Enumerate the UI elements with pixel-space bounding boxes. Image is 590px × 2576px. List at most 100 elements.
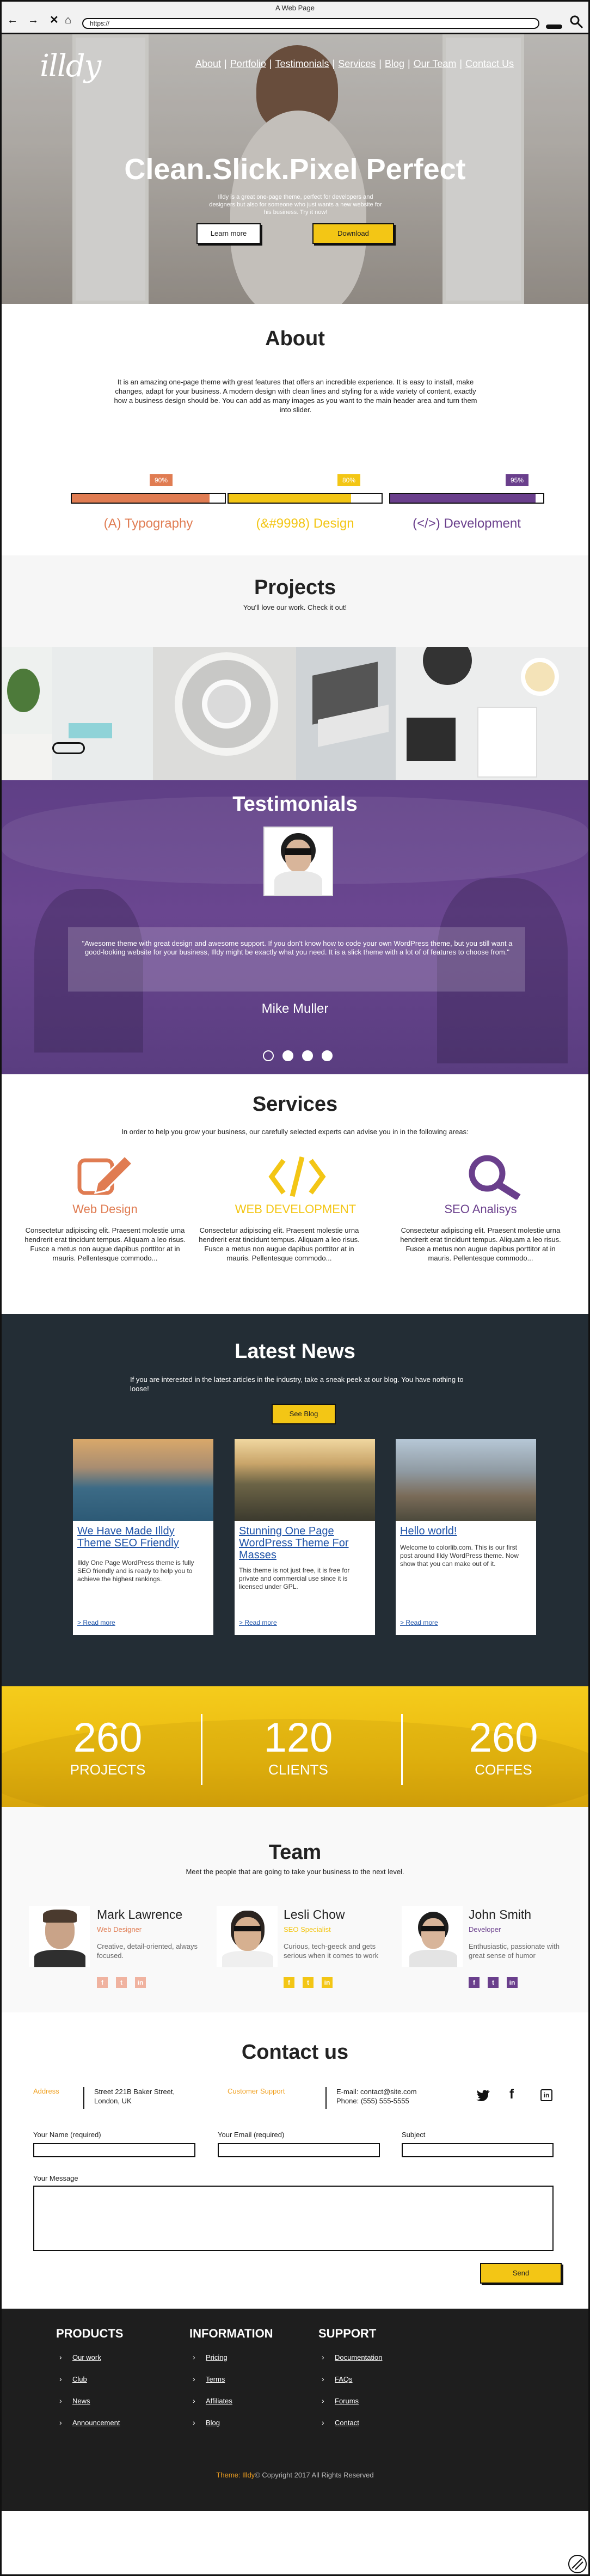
forward-arrow-icon[interactable]: →	[28, 15, 39, 26]
news-card-image[interactable]	[396, 1439, 536, 1521]
nav-item-testimonials[interactable]: Testimonials	[275, 58, 329, 70]
code-icon	[268, 1156, 326, 1197]
news-card-title[interactable]: We Have Made Illdy Theme SEO Friendly	[77, 1525, 208, 1549]
slider-dot[interactable]	[302, 1050, 313, 1061]
footer-heading: SUPPORT	[318, 2327, 377, 2340]
twitter-icon[interactable]: t	[116, 1977, 127, 1988]
news-card: We Have Made Illdy Theme SEO Friendly Il…	[73, 1439, 213, 1635]
footer-link[interactable]: FAQs	[335, 2375, 353, 2383]
footer-link[interactable]: Announcement	[72, 2419, 120, 2427]
project-image-architecture[interactable]	[153, 647, 296, 780]
news-card: Stunning One Page WordPress Theme For Ma…	[235, 1439, 375, 1635]
nav-item-blog[interactable]: Blog	[385, 58, 404, 70]
news-card-text: Welcome to colorlib.com. This is our fir…	[400, 1544, 519, 1568]
learn-more-button[interactable]: Learn more	[196, 223, 261, 244]
news-card-title[interactable]: Stunning One Page WordPress Theme For Ma…	[239, 1525, 370, 1561]
read-more-link[interactable]: > Read more	[239, 1619, 277, 1626]
project-image-laptop[interactable]	[296, 647, 396, 780]
twitter-icon[interactable]: t	[303, 1977, 314, 1988]
message-field-label: Your Message	[33, 2174, 78, 2182]
chevron-right-icon: ›	[193, 2353, 195, 2361]
footer-link[interactable]: Contact	[335, 2419, 359, 2427]
chevron-right-icon: ›	[59, 2353, 62, 2361]
footer-link[interactable]: Affiliates	[206, 2397, 232, 2405]
facebook-icon[interactable]: f	[284, 1977, 294, 1988]
site-logo[interactable]: illdy	[40, 48, 101, 84]
team-member-role: Web Designer	[97, 1925, 142, 1933]
service-title-seo: SEO Analisys	[444, 1202, 517, 1216]
footer-link[interactable]: Terms	[206, 2375, 225, 2383]
project-image-workspace[interactable]	[396, 647, 588, 780]
subject-field[interactable]	[402, 2143, 554, 2157]
browser-toolbar: A Web Page ← → ✕ ⌂ https://	[2, 2, 588, 34]
facebook-icon[interactable]: f	[469, 1977, 480, 1988]
chevron-right-icon: ›	[322, 2418, 324, 2427]
linkedin-icon[interactable]: in	[540, 2089, 552, 2101]
linkedin-icon[interactable]: in	[507, 1977, 518, 1988]
news-card-image[interactable]	[73, 1439, 213, 1521]
address-label: Address	[33, 2087, 59, 2095]
nav-item-portfolio[interactable]: Portfolio	[230, 58, 266, 70]
name-field[interactable]	[33, 2143, 195, 2157]
project-image-plant[interactable]	[2, 647, 52, 780]
design-progress-fill	[229, 494, 351, 503]
close-icon[interactable]: ✕	[50, 15, 59, 26]
scrollbar[interactable]	[546, 25, 562, 29]
read-more-link[interactable]: > Read more	[400, 1619, 438, 1626]
slider-dot[interactable]	[282, 1050, 293, 1061]
resize-handle-icon[interactable]	[568, 2554, 587, 2574]
read-more-link[interactable]: > Read more	[77, 1619, 115, 1626]
linkedin-icon[interactable]: in	[135, 1977, 146, 1988]
footer-link[interactable]: Club	[72, 2375, 87, 2383]
search-icon[interactable]	[569, 15, 583, 29]
project-image-desk[interactable]	[52, 647, 153, 780]
team-member-name: Mark Lawrence	[97, 1907, 183, 1922]
projects-subtitle: You'll love our work. Check it out!	[243, 603, 347, 611]
chevron-right-icon: ›	[193, 2396, 195, 2405]
footer-link[interactable]: Pricing	[206, 2353, 228, 2361]
theme-name-link[interactable]: Theme: Illdy	[216, 2471, 255, 2479]
service-text: Consectetur adipiscing elit. Praesent mo…	[199, 1226, 360, 1262]
chevron-right-icon: ›	[193, 2418, 195, 2427]
search-icon	[469, 1155, 521, 1200]
news-card-title[interactable]: Hello world!	[400, 1525, 531, 1537]
linkedin-icon[interactable]: in	[322, 1977, 333, 1988]
twitter-icon[interactable]	[476, 2089, 490, 2101]
see-blog-button[interactable]: See Blog	[272, 1404, 336, 1424]
nav-item-about[interactable]: About	[195, 58, 221, 70]
home-icon[interactable]: ⌂	[65, 15, 71, 26]
twitter-icon[interactable]: t	[488, 1977, 499, 1988]
url-input[interactable]: https://	[82, 18, 539, 29]
news-card-image[interactable]	[235, 1439, 375, 1521]
slider-dot[interactable]	[263, 1050, 274, 1061]
team-title: Team	[268, 1841, 322, 1864]
development-label: (</>) Development	[413, 516, 521, 531]
address-line: London, UK	[94, 2097, 132, 2105]
footer-link[interactable]: Blog	[206, 2419, 220, 2427]
slider-dot[interactable]	[322, 1050, 333, 1061]
nav-item-services[interactable]: Services	[338, 58, 376, 70]
typography-progress-fill	[72, 494, 210, 503]
facebook-icon[interactable]: f	[97, 1977, 108, 1988]
news-card-text: This theme is not just free, it is free …	[239, 1567, 350, 1590]
email-field[interactable]	[218, 2143, 380, 2157]
download-button[interactable]: Download	[312, 223, 394, 244]
typography-percent-badge: 90%	[150, 474, 173, 486]
team-member-name: Lesli Chow	[284, 1907, 345, 1922]
page-bottom	[2, 2511, 588, 2574]
send-button[interactable]: Send	[480, 2263, 562, 2284]
counter-coffes-label: COFFES	[475, 1761, 532, 1778]
footer-link[interactable]: Forums	[335, 2397, 359, 2405]
footer-link[interactable]: Our work	[72, 2353, 101, 2361]
footer-link[interactable]: Documentation	[335, 2353, 382, 2361]
service-title-web-design: Web Design	[72, 1202, 138, 1216]
development-progress-fill	[390, 494, 536, 503]
message-field[interactable]	[33, 2186, 554, 2251]
back-arrow-icon[interactable]: ←	[7, 15, 18, 26]
nav-item-team[interactable]: Our Team	[414, 58, 457, 70]
nav-item-contact[interactable]: Contact Us	[465, 58, 514, 70]
facebook-icon[interactable]: f	[509, 2087, 514, 2102]
about-text: It is an amazing one-page theme with gre…	[114, 378, 477, 414]
testimonial-quote: "Awesome theme with great design and awe…	[82, 939, 513, 956]
footer-link[interactable]: News	[72, 2397, 90, 2405]
